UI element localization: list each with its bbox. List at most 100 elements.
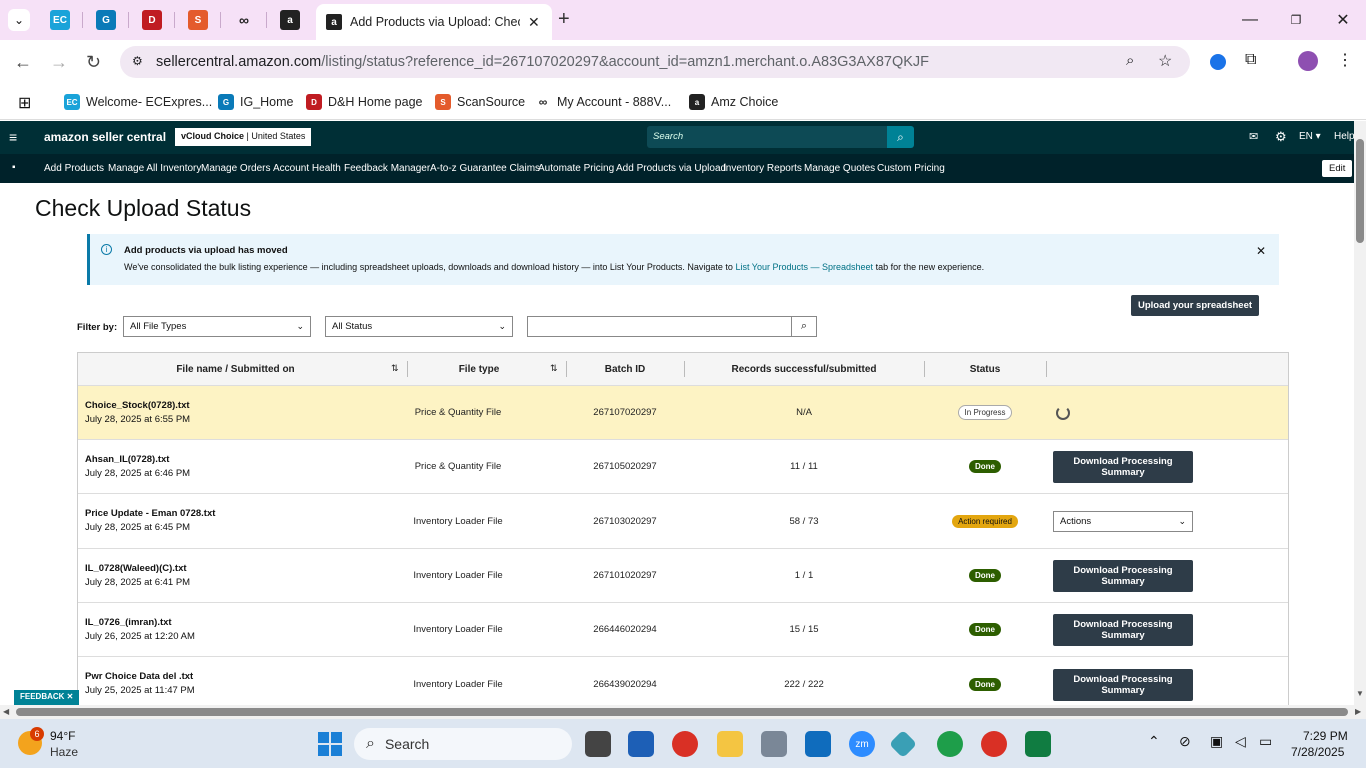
nav-custom-pricing[interactable]: Custom Pricing [877,163,945,174]
tray-chevron-up-icon[interactable]: ⌃ [1148,733,1160,750]
horizontal-scroll-thumb[interactable] [16,708,1348,716]
chrome-profile-icon[interactable] [937,731,963,757]
status-filter[interactable]: All Status ⌄ [325,316,513,337]
clock-date[interactable]: 7/28/2025 [1291,745,1344,759]
nav-manage-all-inventory[interactable]: Manage All Inventory [108,163,201,174]
task-view-icon[interactable] [585,731,611,757]
apps-grid-icon[interactable]: ⊞ [18,93,31,113]
close-tab-icon[interactable]: ✕ [528,14,540,31]
zoom-app-icon[interactable]: zm [849,731,875,757]
excel-icon[interactable] [1025,731,1051,757]
extensions-puzzle-icon[interactable]: ⧉ [1245,51,1256,69]
upload-spreadsheet-button[interactable]: Upload your spreadsheet [1131,295,1259,316]
actions-dropdown[interactable]: Actions ⌄ [1053,511,1193,532]
app-diamond-icon[interactable] [888,729,918,759]
horizontal-scrollbar[interactable]: ◀ ▶ [0,705,1366,719]
reload-icon[interactable]: ↻ [86,52,101,73]
sort-icon[interactable]: ⇅ [550,363,558,374]
tab-ig-home[interactable]: G [96,10,116,30]
scansource-icon: S [435,94,451,110]
vertical-scroll-thumb[interactable] [1356,139,1364,243]
feedback-tab[interactable]: FEEDBACK ✕ [14,690,80,705]
nav-automate-pricing[interactable]: Automate Pricing [538,163,614,174]
new-tab-icon[interactable]: + [558,8,570,31]
tab-amazon[interactable]: a [280,10,300,30]
bookmark-star-icon[interactable]: ☆ [1158,51,1172,71]
help-link[interactable]: Help [1334,131,1354,142]
chrome-active-icon[interactable] [981,731,1007,757]
mail-icon[interactable]: ✉ [1249,130,1258,143]
volume-icon[interactable]: ◁ [1235,733,1246,750]
list-your-products-link[interactable]: List Your Products — Spreadsheet [735,262,873,272]
forward-icon[interactable]: → [50,52,68,73]
bookmark-pin-icon[interactable]: ▪ [12,162,16,173]
seller-central-logo[interactable]: amazon seller central [44,130,166,144]
zoom-icon[interactable]: ⌕ [1126,52,1134,69]
outlook-icon[interactable] [805,731,831,757]
tab-my-account[interactable]: ∞ [234,10,254,30]
maximize-icon[interactable]: ❐ [1284,8,1308,32]
bookmark-amz-choice[interactable]: a Amz Choice [689,92,778,112]
minimize-icon[interactable]: — [1238,8,1262,32]
file-explorer-icon[interactable] [717,731,743,757]
file-type-filter[interactable]: All File Types ⌄ [123,316,311,337]
nav-add-products-via-upload[interactable]: Add Products via Upload [616,163,726,174]
download-summary-button[interactable]: Download Processing Summary [1053,614,1193,646]
extension-icon[interactable] [1210,54,1226,70]
vertical-scrollbar[interactable]: ▼ [1354,121,1366,705]
active-tab-title: Add Products via Upload: Check [350,15,520,29]
search-icon[interactable]: ⌕ [887,126,914,148]
header-file-type[interactable]: File type [408,353,550,385]
header-file-name[interactable]: File name / Submitted on [78,353,393,385]
calculator-icon[interactable] [761,731,787,757]
network-icon[interactable]: ⊘ [1179,733,1191,750]
tab-scansource[interactable]: S [188,10,208,30]
battery-icon[interactable]: ▭ [1259,733,1272,750]
taskbar-search[interactable]: ⌕ Search [354,728,572,760]
nav-feedback-manager[interactable]: Feedback Manager [344,163,430,174]
edit-nav-button[interactable]: Edit [1322,160,1353,177]
nav-add-products[interactable]: Add Products [44,163,104,174]
download-summary-button[interactable]: Download Processing Summary [1053,669,1193,701]
nav-inventory-reports[interactable]: Inventory Reports [723,163,802,174]
menu-kebab-icon[interactable]: ⋮ [1337,50,1353,70]
sort-icon[interactable]: ⇅ [391,363,399,374]
bookmark-dh[interactable]: D D&H Home page [306,92,423,112]
download-summary-button[interactable]: Download Processing Summary [1053,451,1193,483]
profile-avatar[interactable] [1298,51,1318,71]
nav-manage-quotes[interactable]: Manage Quotes [804,163,875,174]
tab-dh[interactable]: D [142,10,162,30]
tab-ecexpress[interactable]: EC [50,10,70,30]
language-selector[interactable]: EN ▾ [1299,131,1321,142]
device-icon[interactable]: ▣ [1210,733,1223,750]
bookmark-my-account[interactable]: ∞ My Account - 888V... [535,92,671,112]
scroll-right-icon[interactable]: ▶ [1355,707,1361,716]
chrome-icon[interactable] [672,731,698,757]
nav-manage-orders[interactable]: Manage Orders [201,163,270,174]
account-switcher[interactable]: vCloud Choice | United States [175,128,312,146]
nav-a-to-z-claims[interactable]: A-to-z Guarantee Claims [430,163,540,174]
bookmark-ecexpress[interactable]: EC Welcome- ECExpres... [64,92,212,112]
scroll-down-icon[interactable]: ▼ [1356,689,1364,698]
store-icon[interactable] [628,731,654,757]
filter-search-icon[interactable]: ⌕ [791,316,817,337]
clock-time[interactable]: 7:29 PM [1303,729,1348,743]
nav-account-health[interactable]: Account Health [273,163,341,174]
windows-start-icon[interactable] [318,732,342,756]
back-icon[interactable]: ← [14,52,32,73]
bookmark-ig-home[interactable]: G IG_Home [218,92,294,112]
active-tab[interactable]: a Add Products via Upload: Check ✕ [316,4,552,40]
filter-search-input[interactable] [527,316,792,337]
gear-icon[interactable]: ⚙ [1275,129,1287,145]
scroll-left-icon[interactable]: ◀ [3,707,9,716]
tab-search-button[interactable]: ⌄ [8,9,30,31]
site-info-icon[interactable]: ⚙ [132,54,143,68]
hamburger-menu-icon[interactable]: ≡ [9,129,17,145]
download-summary-button[interactable]: Download Processing Summary [1053,560,1193,592]
window-close-icon[interactable]: ✕ [1331,8,1355,32]
weather-temp[interactable]: 94°F [50,729,75,743]
address-bar[interactable]: ⚙ sellercentral.amazon.com/listing/statu… [120,46,1190,78]
bookmark-scansource[interactable]: S ScanSource [435,92,525,112]
banner-close-icon[interactable]: ✕ [1256,244,1266,258]
search-input[interactable]: Search [647,126,887,148]
